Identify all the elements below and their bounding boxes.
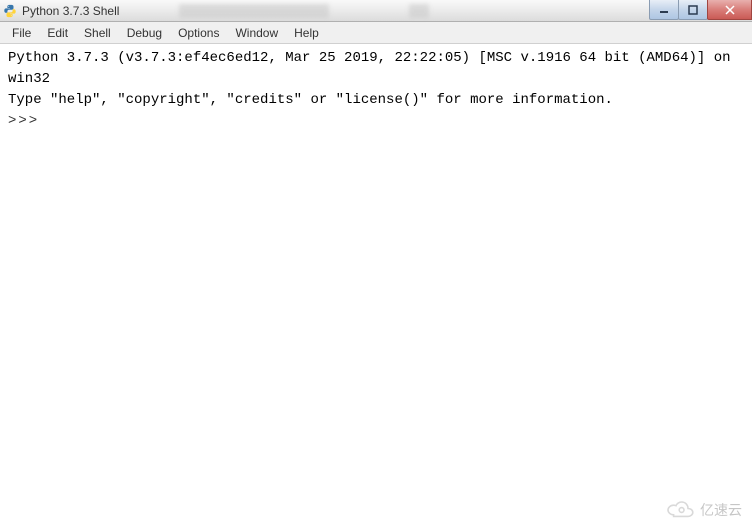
menu-file[interactable]: File — [4, 24, 39, 42]
shell-prompt: >>> — [8, 111, 744, 132]
maximize-button[interactable] — [678, 0, 708, 20]
shell-help-line: Type "help", "copyright", "credits" or "… — [8, 90, 744, 111]
minimize-button[interactable] — [649, 0, 679, 20]
menu-shell[interactable]: Shell — [76, 24, 119, 42]
python-icon — [2, 3, 18, 19]
window-controls — [650, 0, 752, 20]
window-title: Python 3.7.3 Shell — [22, 4, 119, 18]
menu-options[interactable]: Options — [170, 24, 227, 42]
watermark-text: 亿速云 — [700, 500, 742, 520]
menubar: File Edit Shell Debug Options Window Hel… — [0, 22, 752, 44]
menu-debug[interactable]: Debug — [119, 24, 170, 42]
titlebar: Python 3.7.3 Shell — [0, 0, 752, 22]
watermark: 亿速云 — [664, 500, 742, 520]
close-button[interactable] — [707, 0, 752, 20]
shell-content[interactable]: Python 3.7.3 (v3.7.3:ef4ec6ed12, Mar 25 … — [0, 44, 752, 530]
blurred-region — [409, 4, 429, 18]
shell-version-line: Python 3.7.3 (v3.7.3:ef4ec6ed12, Mar 25 … — [8, 48, 744, 90]
cloud-icon — [664, 500, 696, 520]
blurred-region — [179, 4, 329, 18]
menu-window[interactable]: Window — [227, 24, 286, 42]
menu-edit[interactable]: Edit — [39, 24, 76, 42]
menu-help[interactable]: Help — [286, 24, 327, 42]
